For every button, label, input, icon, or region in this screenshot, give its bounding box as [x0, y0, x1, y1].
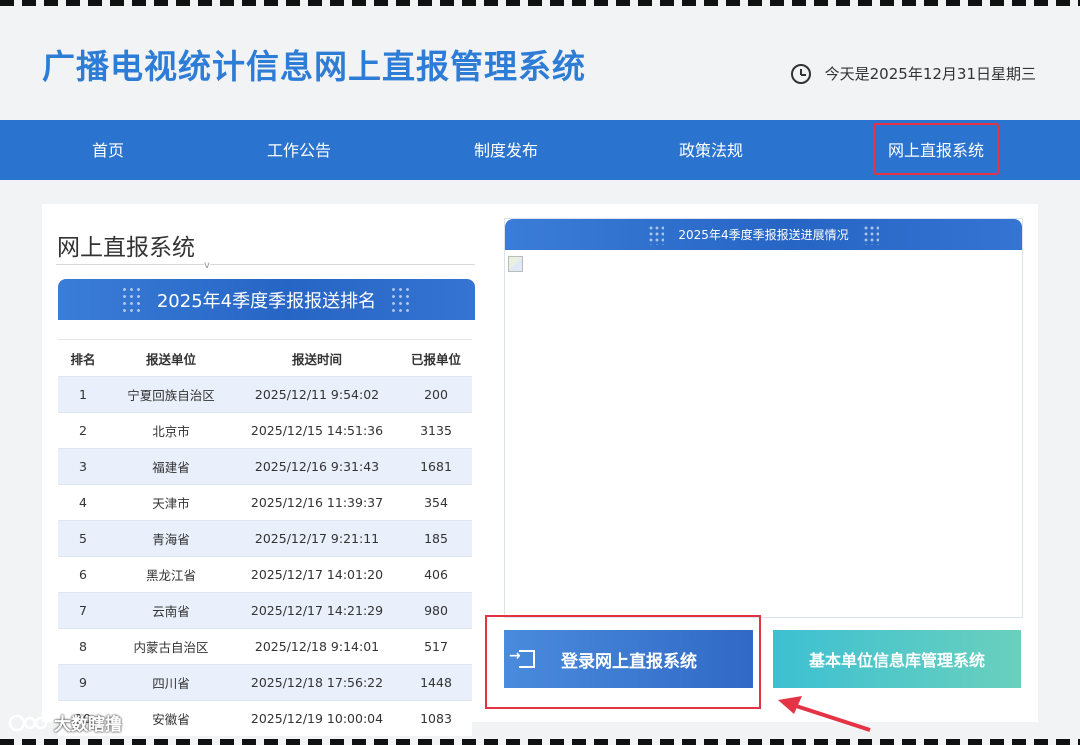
cell-unit: 宁夏回族自治区 — [108, 376, 234, 413]
cell-count: 406 — [400, 556, 472, 593]
cell-unit: 云南省 — [108, 592, 234, 629]
cell-time: 2025/12/18 17:56:22 — [234, 664, 400, 701]
progress-panel: 2025年4季度季报报送进展情况 — [504, 218, 1023, 618]
cell-time: 2025/12/17 9:21:11 — [234, 520, 400, 557]
table-row: 3 福建省 2025/12/16 9:31:43 1681 — [58, 448, 472, 485]
cell-count: 517 — [400, 628, 472, 665]
basic-unit-db-label: 基本单位信息库管理系统 — [808, 651, 985, 670]
table-row: 9 四川省 2025/12/18 17:56:22 1448 — [58, 664, 472, 701]
cell-unit: 内蒙古自治区 — [108, 628, 234, 665]
cell-time: 2025/12/16 9:31:43 — [234, 448, 400, 485]
nav-item-announcements[interactable]: 工作公告 — [267, 120, 331, 180]
nav-item-home[interactable]: 首页 — [92, 120, 124, 180]
cell-count: 200 — [400, 376, 472, 413]
cell-unit: 福建省 — [108, 448, 234, 485]
title-divider — [56, 264, 475, 265]
cell-count: 980 — [400, 592, 472, 629]
site-title: 广播电视统计信息网上直报管理系统 — [42, 47, 586, 86]
cell-time: 2025/12/11 9:54:02 — [234, 376, 400, 413]
table-row: 4 天津市 2025/12/16 11:39:37 354 — [58, 484, 472, 521]
cell-rank: 3 — [58, 448, 108, 485]
cell-unit: 四川省 — [108, 664, 234, 701]
watermark-text: 大数瞎撸 — [54, 715, 122, 735]
cell-count: 185 — [400, 520, 472, 557]
table-row: 8 内蒙古自治区 2025/12/18 9:14:01 517 — [58, 628, 472, 665]
login-button[interactable]: 登录网上直报系统 — [504, 630, 753, 688]
nav-item-online-reporting[interactable]: 网上直报系统 — [873, 123, 1000, 175]
nav-item-regulations[interactable]: 制度发布 — [474, 120, 538, 180]
table-header-row: 排名 报送单位 报送时间 已报单位 — [58, 339, 472, 377]
cell-rank: 2 — [58, 412, 108, 449]
basic-unit-db-button[interactable]: 基本单位信息库管理系统 — [773, 630, 1021, 688]
table-row: 7 云南省 2025/12/17 14:21:29 980 — [58, 592, 472, 629]
dots-decoration-icon — [120, 285, 143, 314]
table-row: 1 宁夏回族自治区 2025/12/11 9:54:02 200 — [58, 376, 472, 413]
login-icon — [509, 648, 535, 668]
dots-decoration-icon — [648, 224, 665, 245]
cell-rank: 6 — [58, 556, 108, 593]
column-header-count: 已报单位 — [400, 339, 472, 377]
login-button-label: 登录网上直报系统 — [561, 651, 697, 672]
date-display: 今天是2025年12月31日星期三 — [790, 63, 1036, 84]
cell-count: 1448 — [400, 664, 472, 701]
ranking-table: 排名 报送单位 报送时间 已报单位 1 宁夏回族自治区 2025/12/11 9:5… — [58, 339, 472, 736]
ranking-banner: 2025年4季度季报报送排名 — [58, 279, 475, 320]
cell-time: 2025/12/19 10:00:04 — [234, 700, 400, 736]
cell-count: 354 — [400, 484, 472, 521]
cell-rank: 8 — [58, 628, 108, 665]
logo-icon — [8, 714, 48, 731]
column-header-unit: 报送单位 — [108, 339, 234, 377]
red-arrow-icon — [778, 696, 871, 732]
dots-decoration-icon — [390, 285, 413, 314]
progress-header: 2025年4季度季报报送进展情况 — [505, 219, 1022, 250]
table-row: 2 北京市 2025/12/15 14:51:36 3135 — [58, 412, 472, 449]
cell-unit: 青海省 — [108, 520, 234, 557]
cell-count: 3135 — [400, 412, 472, 449]
top-dashed-border — [0, 0, 1080, 6]
column-header-rank: 排名 — [58, 339, 108, 377]
cell-count: 1083 — [400, 700, 472, 736]
progress-title: 2025年4季度季报报送进展情况 — [678, 228, 849, 242]
cell-time: 2025/12/16 11:39:37 — [234, 484, 400, 521]
bottom-dashed-border — [0, 739, 1080, 745]
cell-unit: 北京市 — [108, 412, 234, 449]
chevron-down-icon: v — [204, 260, 210, 271]
cell-rank: 4 — [58, 484, 108, 521]
cell-rank: 5 — [58, 520, 108, 557]
broken-image-icon — [508, 256, 523, 272]
section-title: 网上直报系统 — [57, 235, 195, 261]
clock-icon — [790, 63, 811, 84]
cell-unit: 天津市 — [108, 484, 234, 521]
column-header-time: 报送时间 — [234, 339, 400, 377]
cell-count: 1681 — [400, 448, 472, 485]
cell-time: 2025/12/17 14:01:20 — [234, 556, 400, 593]
content-panel: 网上直报系统 v 2025年4季度季报报送排名 排名 报送单位 报送时间 已报单… — [42, 204, 1038, 736]
table-row: 5 青海省 2025/12/17 9:21:11 185 — [58, 520, 472, 557]
table-row: 6 黑龙江省 2025/12/17 14:01:20 406 — [58, 556, 472, 593]
cell-unit: 黑龙江省 — [108, 556, 234, 593]
main-nav: 首页 工作公告 制度发布 政策法规 网上直报系统 — [0, 120, 1080, 180]
nav-item-policies[interactable]: 政策法规 — [679, 120, 743, 180]
dots-decoration-icon — [862, 224, 879, 245]
cell-time: 2025/12/18 9:14:01 — [234, 628, 400, 665]
cell-unit: 安徽省 — [108, 700, 234, 736]
cell-time: 2025/12/15 14:51:36 — [234, 412, 400, 449]
cell-rank: 9 — [58, 664, 108, 701]
date-text: 今天是2025年12月31日星期三 — [824, 65, 1036, 83]
cell-rank: 7 — [58, 592, 108, 629]
watermark-logo: 大数瞎撸 — [8, 710, 122, 735]
cell-time: 2025/12/17 14:21:29 — [234, 592, 400, 629]
ranking-title: 2025年4季度季报报送排名 — [156, 290, 377, 312]
cell-rank: 1 — [58, 376, 108, 413]
